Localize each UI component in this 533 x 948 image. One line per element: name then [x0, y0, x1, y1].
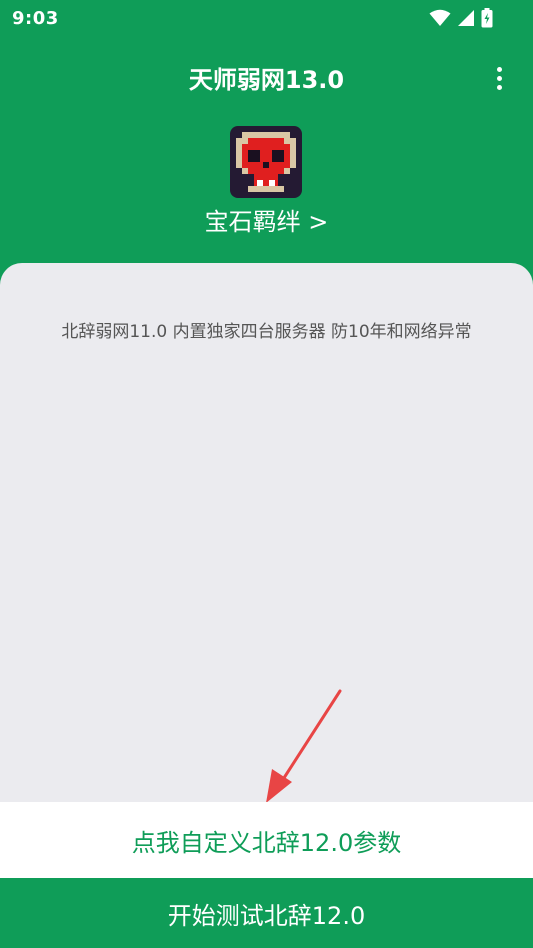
- custom-params-label: 点我自定义北辞12.0参数: [131, 828, 402, 857]
- app-title: 天师弱网13.0: [188, 66, 345, 94]
- menu-dot: [496, 66, 502, 72]
- custom-params-button[interactable]: 点我自定义北辞12.0参数: [0, 802, 533, 878]
- menu-dot: [496, 84, 502, 90]
- battery-charging-icon: [481, 8, 493, 28]
- signal-icon: [457, 9, 475, 27]
- start-test-button[interactable]: 开始测试北辞12.0: [0, 878, 533, 948]
- start-test-label: 开始测试北辞12.0: [167, 901, 366, 930]
- status-icons: [429, 8, 493, 28]
- wifi-icon: [429, 9, 451, 27]
- notice-text: 北辞弱网11.0 内置独家四台服务器 防10年和网络异常: [61, 322, 472, 342]
- more-vert-icon[interactable]: [487, 62, 511, 94]
- content-card: 北辞弱网11.0 内置独家四台服务器 防10年和网络异常: [0, 263, 533, 823]
- menu-dot: [496, 75, 502, 81]
- status-bar: 9:03: [0, 0, 533, 38]
- app-bar: 天师弱网13.0: [0, 56, 533, 102]
- status-time: 9:03: [12, 8, 59, 29]
- pixel-skull-avatar: [230, 126, 302, 198]
- profile-link[interactable]: 宝石羁绊 >: [0, 202, 533, 237]
- avatar[interactable]: [230, 126, 302, 198]
